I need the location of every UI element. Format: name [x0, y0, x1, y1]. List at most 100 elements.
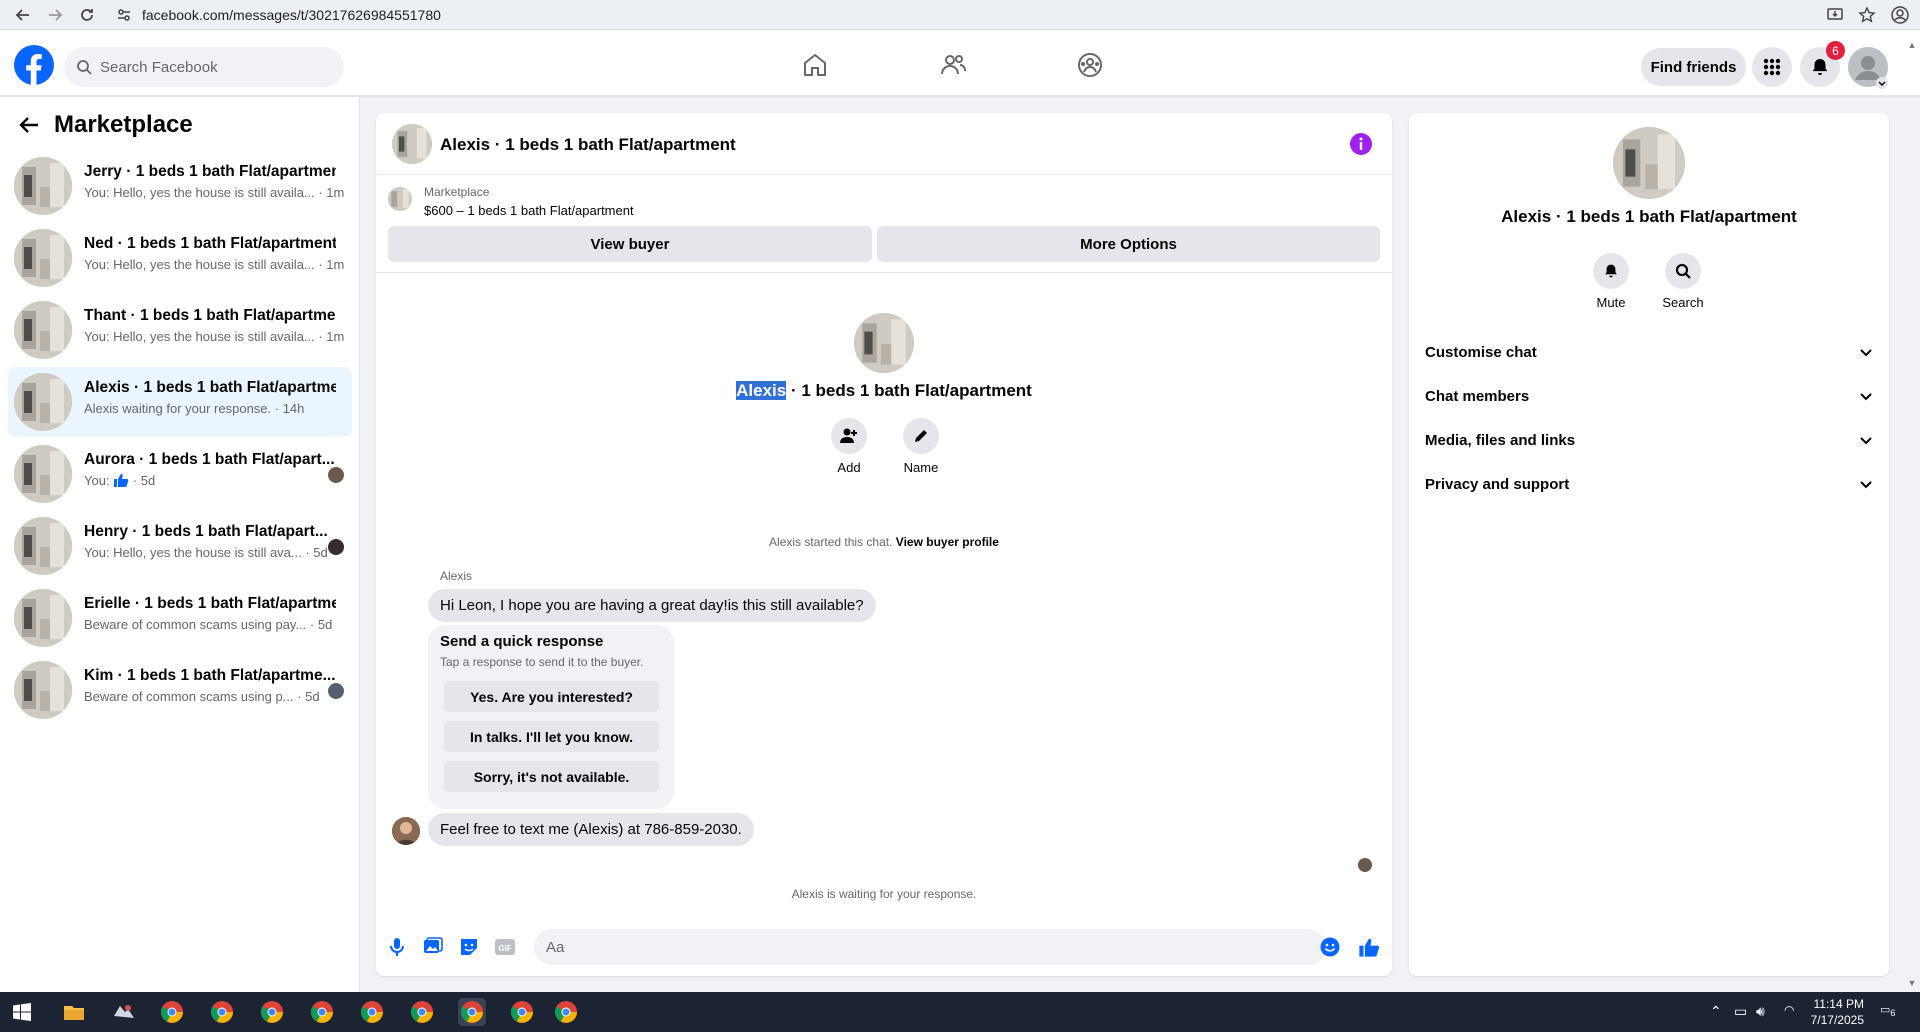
chat-header: Alexis · 1 beds 1 bath Flat/apartment — [376, 113, 1392, 175]
customise-chat-section[interactable]: Customise chat — [1425, 332, 1877, 372]
chrome-icon[interactable] — [258, 998, 286, 1026]
windows-start-icon[interactable] — [8, 998, 36, 1026]
name-label: Name — [903, 460, 939, 475]
add-label: Add — [837, 460, 861, 475]
message-input[interactable] — [534, 929, 1326, 965]
add-people-button[interactable]: Add — [819, 418, 879, 475]
chrome-icon[interactable] — [508, 998, 536, 1026]
search-icon — [77, 60, 92, 75]
find-friends-label: Find friends — [1650, 58, 1737, 76]
chevron-down-icon — [1860, 481, 1872, 489]
view-buyer-button[interactable]: View buyer — [388, 226, 872, 262]
center-title: Alexis · 1 beds 1 bath Flat/apartment — [376, 381, 1392, 401]
search-placeholder: Search Facebook — [100, 58, 218, 76]
back-icon[interactable] — [10, 2, 36, 28]
marketplace-label: Marketplace — [424, 185, 490, 199]
friends-icon[interactable] — [938, 50, 968, 80]
site-settings-icon[interactable] — [116, 7, 132, 23]
chrome-icon[interactable] — [158, 998, 186, 1026]
view-buyer-profile-link[interactable]: View buyer profile — [896, 535, 999, 549]
menu-button[interactable] — [1752, 47, 1792, 87]
gif-icon[interactable]: GIF — [494, 936, 516, 958]
view-buyer-label: View buyer — [590, 235, 670, 253]
action-center-count: 6 — [1890, 1008, 1896, 1019]
scroll-up-arrow[interactable]: ▲ — [1906, 40, 1918, 50]
conversation-item[interactable]: Jerry · 1 beds 1 bath Flat/apartment You… — [8, 151, 352, 221]
clock-time: 11:14 PM — [1813, 997, 1864, 1011]
conversation-name: Erielle · 1 beds 1 bath Flat/apartment — [84, 595, 336, 612]
conversation-item[interactable]: Henry · 1 beds 1 bath Flat/apart... You:… — [8, 511, 352, 581]
sticker-icon[interactable] — [458, 936, 480, 958]
battery-icon[interactable]: ▭ — [1734, 1003, 1747, 1020]
network-icon[interactable]: ◠ — [1784, 1003, 1794, 1017]
media-files-links-section[interactable]: Media, files and links — [1425, 420, 1877, 460]
more-options-label: More Options — [1080, 235, 1177, 253]
like-thumbs-up-icon[interactable] — [1358, 936, 1380, 958]
mute-button[interactable]: Mute — [1581, 253, 1641, 310]
chrome-icon[interactable] — [208, 998, 236, 1026]
address-bar[interactable]: facebook.com/messages/t/3021762698455178… — [106, 1, 1814, 28]
bookmark-star-icon[interactable] — [1858, 5, 1876, 24]
browser-profile-icon[interactable] — [1890, 5, 1910, 25]
chat-avatar[interactable] — [392, 124, 432, 164]
quick-response-button[interactable]: Yes. Are you interested? — [444, 681, 659, 712]
find-friends-button[interactable]: Find friends — [1641, 48, 1746, 86]
photo-icon[interactable] — [422, 936, 444, 958]
tray-chevron-icon[interactable]: ⌃ — [1710, 1003, 1722, 1020]
back-arrow-icon[interactable] — [18, 114, 40, 136]
chevron-down-icon[interactable] — [1876, 77, 1888, 89]
chevron-down-icon — [1860, 393, 1872, 401]
chrome-icon[interactable] — [358, 998, 386, 1026]
groups-icon[interactable] — [1075, 50, 1105, 80]
conversation-name: Alexis · 1 beds 1 bath Flat/apartment — [84, 379, 336, 396]
listing-price-title: $600 – 1 beds 1 bath Flat/apartment — [424, 203, 634, 218]
conversation-item[interactable]: Erielle · 1 beds 1 bath Flat/apartment B… — [8, 583, 352, 653]
reload-icon[interactable] — [74, 2, 100, 28]
windows-taskbar: ⌃ ▭ 🔊︎ ◠ 11:14 PM 7/17/2025 ▭6 — [0, 992, 1920, 1032]
chat-title[interactable]: Alexis · 1 beds 1 bath Flat/apartment — [440, 135, 736, 155]
conversation-preview: You: Hello, yes the house is still avail… — [84, 329, 345, 344]
action-center-icon[interactable]: ▭6 — [1880, 1003, 1896, 1018]
app-icon[interactable] — [110, 998, 138, 1026]
more-options-button[interactable]: More Options — [877, 226, 1380, 262]
quick-response-title: Send a quick response — [440, 633, 604, 650]
install-app-icon[interactable] — [1826, 6, 1844, 24]
quick-response-button[interactable]: Sorry, it's not available. — [444, 761, 659, 792]
name-chat-button[interactable]: Name — [891, 418, 951, 475]
microphone-icon[interactable] — [386, 936, 408, 958]
chevron-down-icon — [1860, 437, 1872, 445]
grid-menu-icon — [1763, 58, 1781, 76]
privacy-support-section[interactable]: Privacy and support — [1425, 464, 1877, 504]
conversation-preview: Alexis waiting for your response. · 14h — [84, 401, 305, 416]
chrome-icon[interactable] — [552, 998, 580, 1026]
volume-icon[interactable]: 🔊︎ — [1756, 1003, 1765, 1020]
chrome-icon-active[interactable] — [458, 998, 486, 1026]
chat-members-section[interactable]: Chat members — [1425, 376, 1877, 416]
quick-response-button[interactable]: In talks. I'll let you know. — [444, 721, 659, 752]
scroll-down-arrow[interactable]: ▼ — [1906, 978, 1918, 988]
sender-avatar[interactable] — [392, 817, 420, 845]
panel-title: Alexis · 1 beds 1 bath Flat/apartment — [1501, 207, 1797, 226]
conversation-item-active[interactable]: Alexis · 1 beds 1 bath Flat/apartment Al… — [8, 367, 352, 437]
taskbar-clock[interactable]: 11:14 PM 7/17/2025 — [1800, 996, 1864, 1028]
home-icon[interactable] — [800, 50, 830, 80]
facebook-search-input[interactable]: Search Facebook — [64, 47, 344, 87]
search-chat-button[interactable]: Search — [1653, 253, 1713, 310]
forward-icon[interactable] — [42, 2, 68, 28]
conversation-item[interactable]: Aurora · 1 beds 1 bath Flat/apart... You… — [8, 439, 352, 509]
listing-thumbnail — [14, 157, 72, 215]
divider — [376, 272, 1392, 273]
conversation-item[interactable]: Kim · 1 beds 1 bath Flat/apartme... Bewa… — [8, 655, 352, 725]
chrome-icon[interactable] — [408, 998, 436, 1026]
conversation-preview: You: Hello, yes the house is still avail… — [84, 185, 345, 200]
emoji-icon[interactable] — [1319, 936, 1341, 958]
chrome-icon[interactable] — [308, 998, 336, 1026]
file-explorer-icon[interactable] — [60, 998, 88, 1026]
conversation-item[interactable]: Thant · 1 beds 1 bath Flat/apartment You… — [8, 295, 352, 365]
info-icon[interactable] — [1350, 133, 1372, 155]
preview-time: · 5d — [132, 473, 156, 488]
listing-thumbnail — [14, 373, 72, 431]
conversation-item[interactable]: Ned · 1 beds 1 bath Flat/apartment You: … — [8, 223, 352, 293]
mute-label: Mute — [1596, 295, 1626, 310]
facebook-logo-icon[interactable] — [14, 45, 54, 85]
